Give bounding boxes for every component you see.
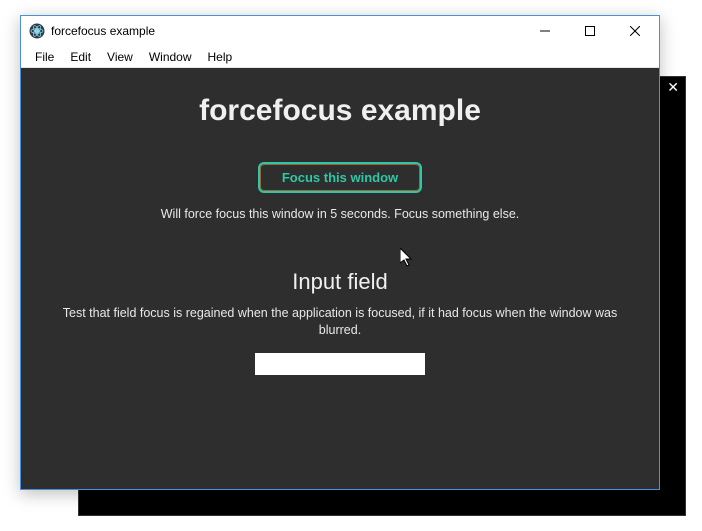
minimize-button[interactable] <box>522 17 567 46</box>
input-description: Test that field focus is regained when t… <box>60 305 620 339</box>
menu-edit[interactable]: Edit <box>62 48 99 66</box>
menu-view[interactable]: View <box>99 48 141 66</box>
menu-window[interactable]: Window <box>141 48 200 66</box>
application-window: forcefocus example File Edit View Window… <box>20 15 660 490</box>
close-icon: ✕ <box>667 79 679 96</box>
page-heading: forcefocus example <box>41 94 639 128</box>
titlebar[interactable]: forcefocus example <box>21 16 659 46</box>
test-input[interactable] <box>255 353 425 375</box>
menubar: File Edit View Window Help <box>21 46 659 68</box>
focus-description: Will force focus this window in 5 second… <box>41 207 639 221</box>
close-button[interactable] <box>612 17 657 46</box>
focus-window-button[interactable]: Focus this window <box>258 162 422 193</box>
content-area: forcefocus example Focus this window Wil… <box>21 68 659 489</box>
input-heading: Input field <box>41 269 639 295</box>
menu-file[interactable]: File <box>27 48 62 66</box>
app-icon <box>29 23 45 39</box>
window-title: forcefocus example <box>51 24 155 38</box>
menu-help[interactable]: Help <box>200 48 241 66</box>
maximize-button[interactable] <box>567 17 612 46</box>
